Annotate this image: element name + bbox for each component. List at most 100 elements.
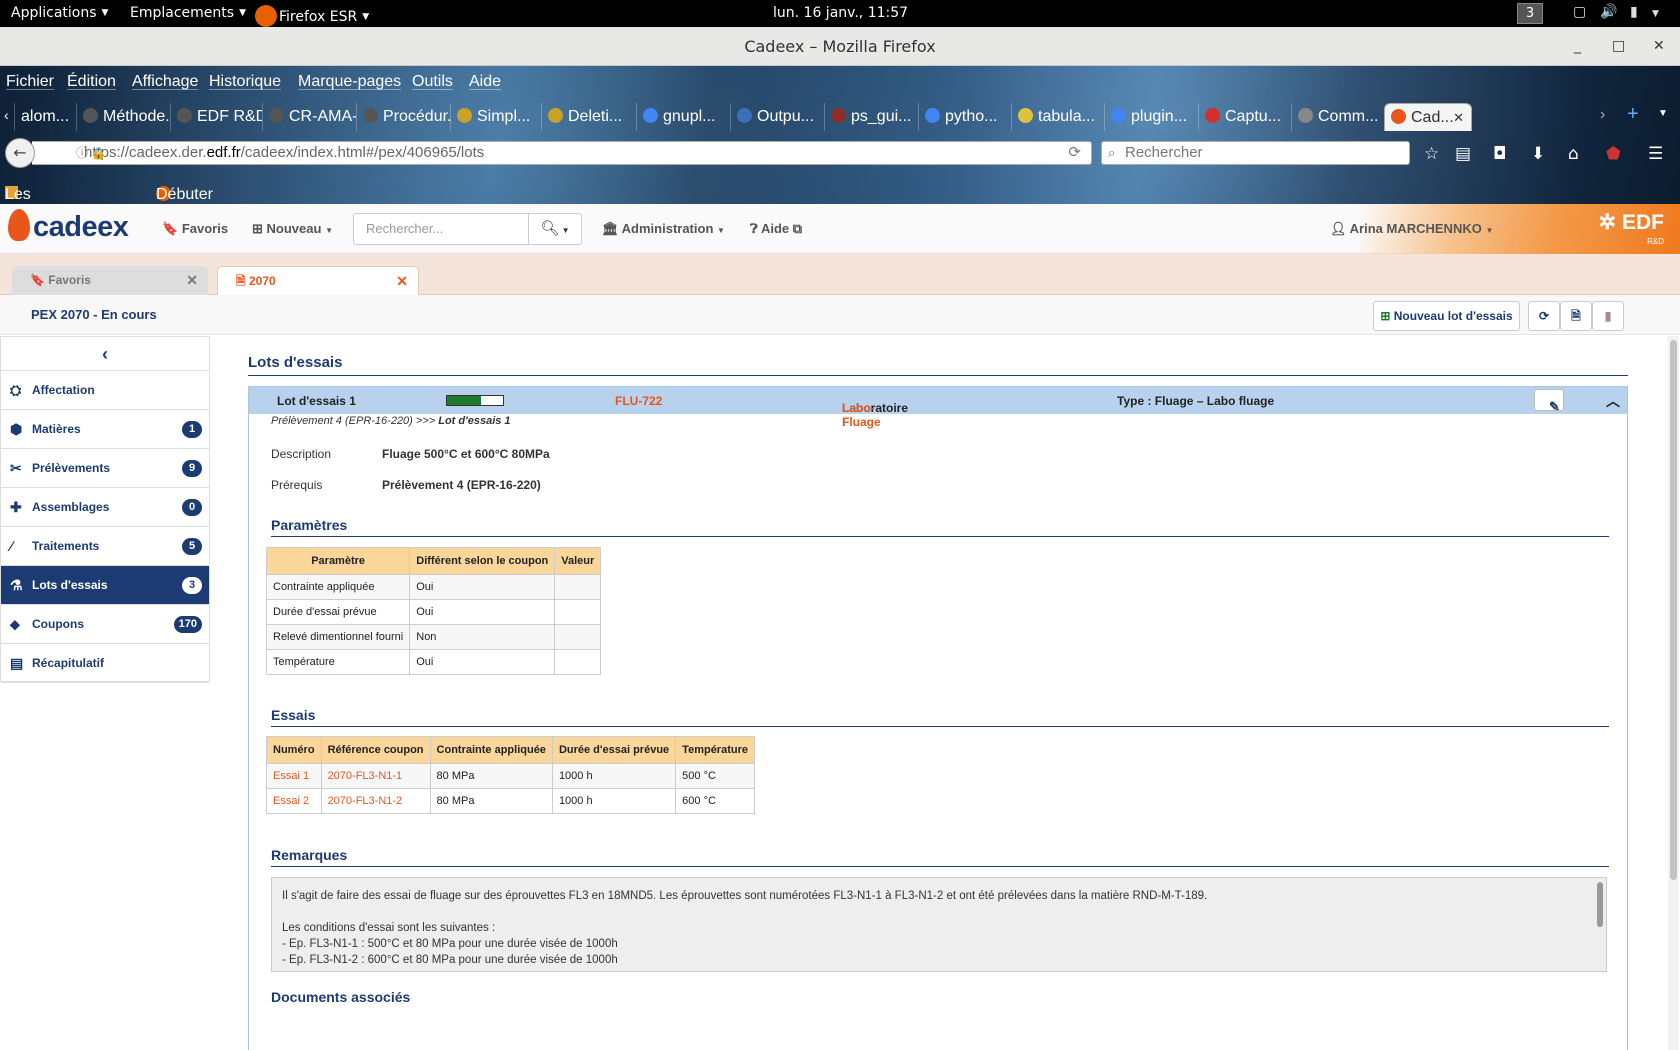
caret-down-icon: ▼ bbox=[1485, 226, 1494, 235]
sidebar-item-affectation[interactable]: ⛭ Affectation bbox=[1, 371, 209, 410]
firefox-tab[interactable]: Simpl... bbox=[450, 103, 541, 131]
firefox-tab-active[interactable]: Cad... ✕ bbox=[1384, 103, 1472, 131]
firefox-tab[interactable]: plugin... bbox=[1104, 103, 1198, 131]
firefox-tab[interactable]: Procédur... bbox=[356, 103, 450, 131]
app-search-button[interactable]: 🔍︎ ▼ bbox=[528, 213, 582, 245]
edit-lot-button[interactable]: ✎ bbox=[1534, 389, 1564, 414]
firefox-tab[interactable]: tabula... bbox=[1011, 103, 1104, 131]
caret-down-icon[interactable]: ▼ bbox=[1652, 9, 1659, 19]
menu-affichage[interactable]: Affichage bbox=[132, 73, 198, 91]
sidebar-item-coupons[interactable]: ⬥ Coupons 170 bbox=[1, 605, 209, 644]
page-scrollbar-thumb[interactable] bbox=[1670, 340, 1677, 880]
new-tab-icon[interactable]: + bbox=[1627, 103, 1639, 126]
reload-icon[interactable]: ⟳ bbox=[1068, 142, 1081, 164]
firefox-icon bbox=[255, 5, 277, 27]
hamburger-menu-icon[interactable]: ☰ bbox=[1648, 144, 1663, 164]
maximize-icon[interactable]: □ bbox=[1612, 27, 1625, 66]
home-icon[interactable]: ⌂ bbox=[1568, 144, 1579, 164]
applications-label: Applications bbox=[11, 5, 97, 21]
doc-tab-2070[interactable]: 🗎 2070 ✕ bbox=[217, 266, 419, 296]
back-button[interactable]: ← bbox=[5, 138, 35, 168]
bookmark-button[interactable]: ▮ bbox=[1592, 301, 1624, 331]
workspace-indicator[interactable]: 3 bbox=[1517, 3, 1543, 24]
page-scrollbar[interactable] bbox=[1668, 336, 1679, 1050]
sidebar-item-lots-essais[interactable]: ⚗ Lots d'essais 3 bbox=[1, 566, 209, 605]
doc-tab-favoris[interactable]: 🔖 Favoris ✕ bbox=[12, 266, 208, 296]
tab-scroll-right-icon[interactable]: › bbox=[1600, 106, 1605, 124]
pocket-icon[interactable]: ◘ bbox=[1493, 144, 1506, 164]
close-icon[interactable]: ✕ bbox=[396, 267, 408, 295]
nav-aide[interactable]: ❓︎ Aide ⧉ bbox=[750, 221, 802, 237]
menu-aide[interactable]: Aide bbox=[469, 73, 501, 91]
minimize-icon[interactable]: _ bbox=[1574, 27, 1581, 66]
table-cell-link[interactable]: 2070-FL3-N1-1 bbox=[320, 763, 431, 789]
menu-marque-pages[interactable]: Marque-pages bbox=[298, 73, 401, 91]
menu-fichier[interactable]: Fichier bbox=[6, 73, 54, 91]
nav-favoris[interactable]: 🔖 Favoris bbox=[162, 221, 228, 237]
bookmark-star-icon[interactable]: ☆ bbox=[1424, 144, 1439, 164]
ublock-icon[interactable]: ⬟ bbox=[1606, 144, 1621, 164]
menu-edition[interactable]: Édition bbox=[67, 73, 116, 91]
sidebar-item-matieres[interactable]: ⬢ Matières 1 bbox=[1, 410, 209, 449]
site-info-icon[interactable]: ⓘ 🔒 bbox=[76, 142, 106, 164]
new-lot-button[interactable]: ⊞ Nouveau lot d'essais bbox=[1373, 301, 1520, 331]
firefox-tab[interactable]: Captu... bbox=[1198, 103, 1291, 131]
table-cell bbox=[554, 574, 602, 600]
applications-menu[interactable]: Applications ▼ bbox=[11, 5, 108, 21]
nav-nouveau[interactable]: ⊞ Nouveau ▼ bbox=[252, 221, 333, 237]
firefox-search-bar[interactable]: ⌕ Rechercher bbox=[1101, 141, 1410, 165]
remarks-textarea[interactable]: Il s'agit de faire des essai de fluage s… bbox=[271, 877, 1607, 972]
firefox-tab[interactable]: Comm... bbox=[1291, 103, 1384, 131]
window-icon[interactable]: ▢ bbox=[1573, 4, 1586, 20]
nav-administration[interactable]: 🏛 Administration ▼ bbox=[602, 221, 725, 237]
firefox-tab[interactable]: pytho... bbox=[918, 103, 1011, 131]
download-icon[interactable]: ⬇ bbox=[1531, 144, 1545, 164]
table-cell: 1000 h bbox=[551, 788, 677, 814]
firefox-tab[interactable]: Méthode... bbox=[76, 103, 170, 131]
favicon-icon bbox=[1391, 109, 1406, 124]
sidebar-item-assemblages[interactable]: ✚ Assemblages 0 bbox=[1, 488, 209, 527]
menu-historique[interactable]: Historique bbox=[209, 73, 281, 91]
firefox-tab[interactable]: Outpu... bbox=[730, 103, 824, 131]
user-menu[interactable]: 👤︎ Arina MARCHENNKO ▼ bbox=[1330, 221, 1493, 237]
firefox-tab[interactable]: gnupl... bbox=[636, 103, 730, 131]
lot-lab-link[interactable]: Labo-Fluage bbox=[842, 401, 881, 429]
remarks-scrollbar[interactable] bbox=[1597, 882, 1603, 927]
close-icon[interactable]: ✕ bbox=[1653, 27, 1665, 66]
firefox-tab[interactable]: Deleti... bbox=[541, 103, 636, 131]
lot-code-link[interactable]: FLU-722 bbox=[615, 394, 662, 408]
app-menu[interactable]: Firefox ESR ▼ bbox=[255, 5, 369, 27]
sidebar-item-traitements[interactable]: ⁄ Traitements 5 bbox=[1, 527, 209, 566]
table-cell: Température bbox=[265, 649, 411, 675]
refresh-button[interactable]: ⟳ bbox=[1528, 301, 1560, 331]
cadeex-logo[interactable]: cadeex bbox=[8, 209, 129, 244]
battery-icon[interactable]: ▮ bbox=[1630, 4, 1638, 20]
close-tab-icon[interactable]: ✕ bbox=[1453, 104, 1464, 131]
nav-favoris-label: Favoris bbox=[181, 221, 229, 236]
firefox-tab[interactable]: CR-AMA-... bbox=[262, 103, 356, 131]
tab-list-icon[interactable]: ▼ bbox=[1658, 108, 1668, 119]
volume-icon[interactable]: 🔊 bbox=[1600, 4, 1617, 20]
firefox-tab[interactable]: ps_gui... bbox=[824, 103, 918, 131]
places-menu[interactable]: Emplacements ▼ bbox=[130, 5, 246, 21]
firefox-tab[interactable]: EDF R&D... bbox=[170, 103, 262, 131]
search-icon: ⌕ bbox=[1108, 145, 1116, 160]
clock[interactable]: lun. 16 janv., 11:57 bbox=[773, 5, 908, 21]
sidebar-collapse-button[interactable]: ‹ bbox=[1, 337, 209, 371]
sidebar-item-prelevements[interactable]: ✂ Prélèvements 9 bbox=[1, 449, 209, 488]
collapse-chevron-up-icon[interactable]: ︿ bbox=[1606, 391, 1620, 411]
menu-outils[interactable]: Outils bbox=[412, 73, 453, 91]
table-cell-link[interactable]: Essai 2 bbox=[266, 788, 322, 814]
firefox-tab[interactable]: alom... bbox=[14, 103, 76, 131]
url-bar[interactable]: ⓘ 🔒 https://cadeex.der.edf.fr/cadeex/ind… bbox=[32, 141, 1092, 165]
firefox-tab-label: gnupl... bbox=[663, 108, 716, 125]
table-cell-link[interactable]: Essai 1 bbox=[266, 763, 322, 789]
table-cell-link[interactable]: 2070-FL3-N1-2 bbox=[320, 788, 431, 814]
tab-scroll-left-icon[interactable]: ‹ bbox=[4, 107, 9, 123]
sidebar-item-label: Affectation bbox=[32, 383, 95, 397]
pdf-button[interactable]: 🗎 bbox=[1560, 301, 1592, 331]
sidebar-item-recapitulatif[interactable]: ▤ Récapitulatif bbox=[1, 644, 209, 683]
app-search-input[interactable]: Rechercher... bbox=[353, 213, 529, 245]
reading-list-icon[interactable]: ▤ bbox=[1455, 144, 1471, 164]
close-icon[interactable]: ✕ bbox=[186, 266, 198, 294]
